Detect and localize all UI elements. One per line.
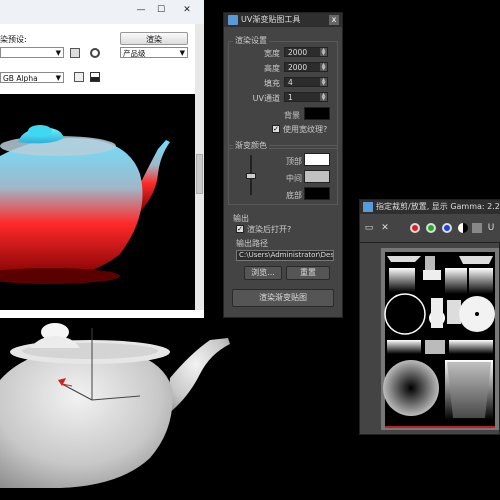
middle-color-swatch[interactable] [304, 170, 330, 183]
bottom-color-swatch[interactable] [304, 187, 330, 200]
channel-dropdown[interactable]: GB Alpha ▼ [0, 72, 64, 83]
chevron-down-icon: ▼ [55, 74, 61, 82]
uv-gradient-map-canvas [381, 248, 499, 430]
vertical-scrollbar[interactable] [195, 24, 204, 310]
output-path-field[interactable]: C:\Users\Administrator\Des [236, 250, 334, 261]
spinner-arrows-icon[interactable]: ▲ ▼ [320, 93, 327, 102]
spinner-arrows-icon[interactable]: ▲ ▼ [320, 48, 327, 57]
spinner-arrows-icon[interactable]: ▲ ▼ [320, 78, 327, 87]
use-texture-label: 使用宽纹理? [283, 125, 328, 134]
viewport-teapot [0, 323, 230, 488]
width-label: 宽度 [264, 49, 280, 58]
gradient-colors-title: 渐变颜色 [233, 140, 269, 151]
middle-color-label: 中间 [286, 174, 302, 183]
rendered-teapot-view [0, 94, 195, 310]
uv-gradient-tool-panel: UV渐变贴图工具 x 渲染设置 宽度 2000 ▲ ▼ 高度 2000 ▲ ▼ 填充 4… [223, 12, 343, 318]
spinner-arrows-icon[interactable]: ▲ ▼ [320, 63, 327, 72]
uv-viewer-toolbar: ▭ ✕ U [360, 214, 500, 243]
uv-panel-title: UV渐变贴图工具 [241, 15, 301, 24]
top-color-label: 顶部 [286, 157, 302, 166]
save-preset-icon[interactable] [90, 48, 100, 58]
width-spinner[interactable]: 2000 ▲ ▼ [284, 47, 328, 57]
preset-dropdown[interactable]: ▼ [0, 47, 64, 58]
maximize-icon[interactable]: ☐ [154, 4, 168, 16]
minimize-icon[interactable]: — [134, 4, 148, 16]
use-texture-checkbox[interactable]: ✓ [272, 125, 280, 133]
open-after-render-checkbox[interactable]: ✓ [236, 225, 244, 233]
quality-dropdown[interactable]: 产品级 ▼ [120, 47, 188, 58]
top-color-swatch[interactable] [304, 153, 330, 166]
height-spinner[interactable]: 2000 ▲ ▼ [284, 62, 328, 72]
chevron-down-icon: ▼ [179, 49, 185, 57]
display-alpha-icon[interactable] [74, 72, 84, 82]
app-icon [363, 202, 373, 212]
rendered-teapot-image [0, 125, 170, 284]
uv-channel-spinner[interactable]: 1 ▲ ▼ [284, 92, 328, 102]
browse-button[interactable]: 浏览... [244, 266, 282, 280]
background-label: 背景 [284, 111, 300, 120]
close-icon[interactable]: x [329, 15, 339, 25]
uv-viewer-window: 指定裁剪/放置, 显示 Gamma: 2.2 ▭ ✕ U [359, 199, 500, 435]
u-label[interactable]: U [486, 223, 496, 233]
background-color-swatch[interactable] [304, 107, 330, 120]
padding-label: 填充 [264, 79, 280, 88]
reset-button[interactable]: 重置 [286, 266, 330, 280]
uv-gradient-map-image [383, 252, 495, 428]
uv-viewer-title: 指定裁剪/放置, 显示 Gamma: 2.2 [376, 202, 500, 211]
mono-icon[interactable] [472, 223, 482, 233]
bottom-color-label: 底部 [286, 191, 302, 200]
output-path-label: 输出路径 [236, 239, 268, 248]
render-toolbar: 染预设: ▼ 渲染 产品级 ▼ GB Alpha ▼ [0, 24, 204, 94]
mono-icon[interactable] [90, 72, 100, 82]
padding-spinner[interactable]: 4 ▲ ▼ [284, 77, 328, 87]
save-image-icon[interactable]: ▭ [364, 223, 374, 233]
app-icon [228, 15, 238, 25]
alpha-channel-icon[interactable] [458, 223, 468, 233]
clear-icon[interactable]: ✕ [380, 223, 390, 233]
render-settings-title: 渲染设置 [233, 35, 269, 46]
render-frame-window: — ☐ ✕ 染预设: ▼ 渲染 产品级 ▼ GB Alpha ▼ [0, 0, 204, 318]
uv-viewer-titlebar: 指定裁剪/放置, 显示 Gamma: 2.2 [360, 200, 500, 214]
render-window-titlebar: — ☐ ✕ [0, 0, 204, 24]
open-after-render-label: 渲染后打开? [247, 225, 292, 234]
blue-channel-icon[interactable] [442, 223, 452, 233]
red-channel-icon[interactable] [410, 223, 420, 233]
height-label: 高度 [264, 64, 280, 73]
load-preset-icon[interactable] [70, 48, 80, 58]
chevron-down-icon: ▼ [55, 49, 61, 57]
render-gradient-button[interactable]: 渲染渐变贴图 [232, 289, 334, 307]
render-button[interactable]: 渲染 [120, 32, 188, 45]
close-icon[interactable]: ✕ [180, 4, 194, 16]
gradient-slider-handle[interactable] [246, 173, 256, 179]
preset-label: 染预设: [0, 35, 27, 44]
uv-panel-titlebar: UV渐变贴图工具 x [224, 13, 342, 27]
green-channel-icon[interactable] [426, 223, 436, 233]
output-title: 输出 [233, 214, 249, 223]
uv-channel-label: UV通道 [252, 94, 280, 103]
